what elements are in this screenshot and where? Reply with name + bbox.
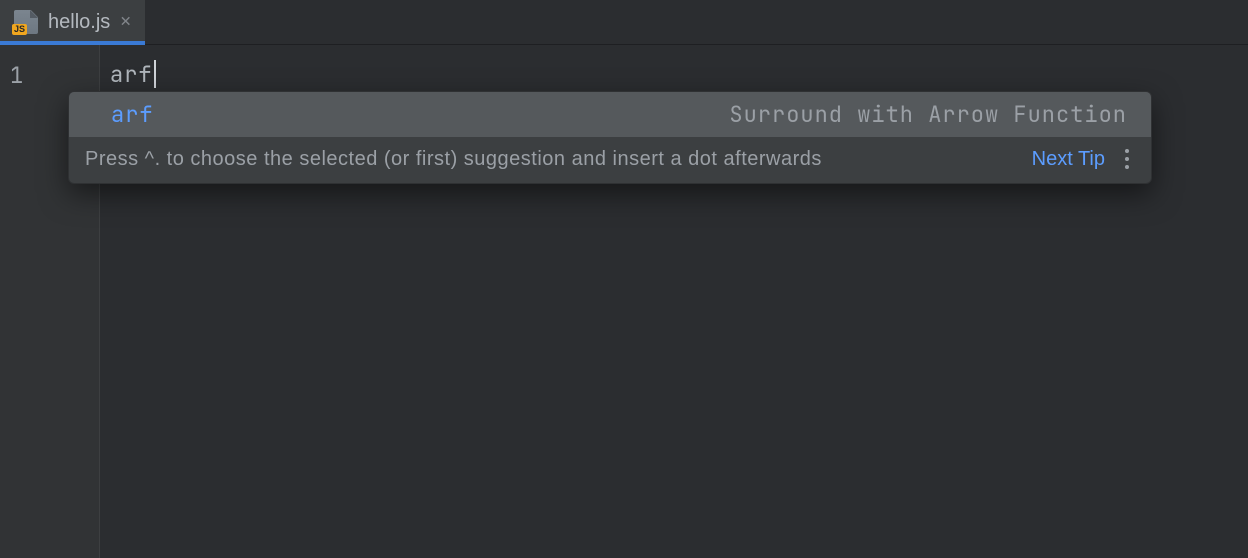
completion-item-label: arf — [111, 100, 154, 129]
tab-label: hello.js — [48, 11, 110, 34]
completion-item[interactable]: arf Surround with Arrow Function — [69, 92, 1151, 137]
next-tip-link[interactable]: Next Tip — [1032, 148, 1105, 171]
completion-item-description: Surround with Arrow Function — [729, 100, 1127, 129]
javascript-file-icon: JS — [14, 10, 38, 34]
line-number: 1 — [0, 57, 100, 90]
tab-bar: JS hello.js ✕ — [0, 0, 1248, 45]
more-options-icon[interactable] — [1121, 145, 1133, 173]
completion-footer: Press ^. to choose the selected (or firs… — [69, 137, 1151, 183]
code-text: arf — [110, 60, 153, 89]
tab-hello-js[interactable]: JS hello.js ✕ — [0, 0, 145, 44]
code-area[interactable]: arf arf Surround with Arrow Function Pre… — [100, 45, 1248, 558]
text-caret — [154, 60, 156, 88]
close-icon[interactable]: ✕ — [120, 13, 131, 31]
code-line-1[interactable]: arf — [110, 57, 1248, 91]
completion-popup: arf Surround with Arrow Function Press ^… — [68, 91, 1152, 184]
editor: 1 arf arf Surround with Arrow Function P… — [0, 45, 1248, 558]
completion-hint: Press ^. to choose the selected (or firs… — [85, 148, 1016, 171]
